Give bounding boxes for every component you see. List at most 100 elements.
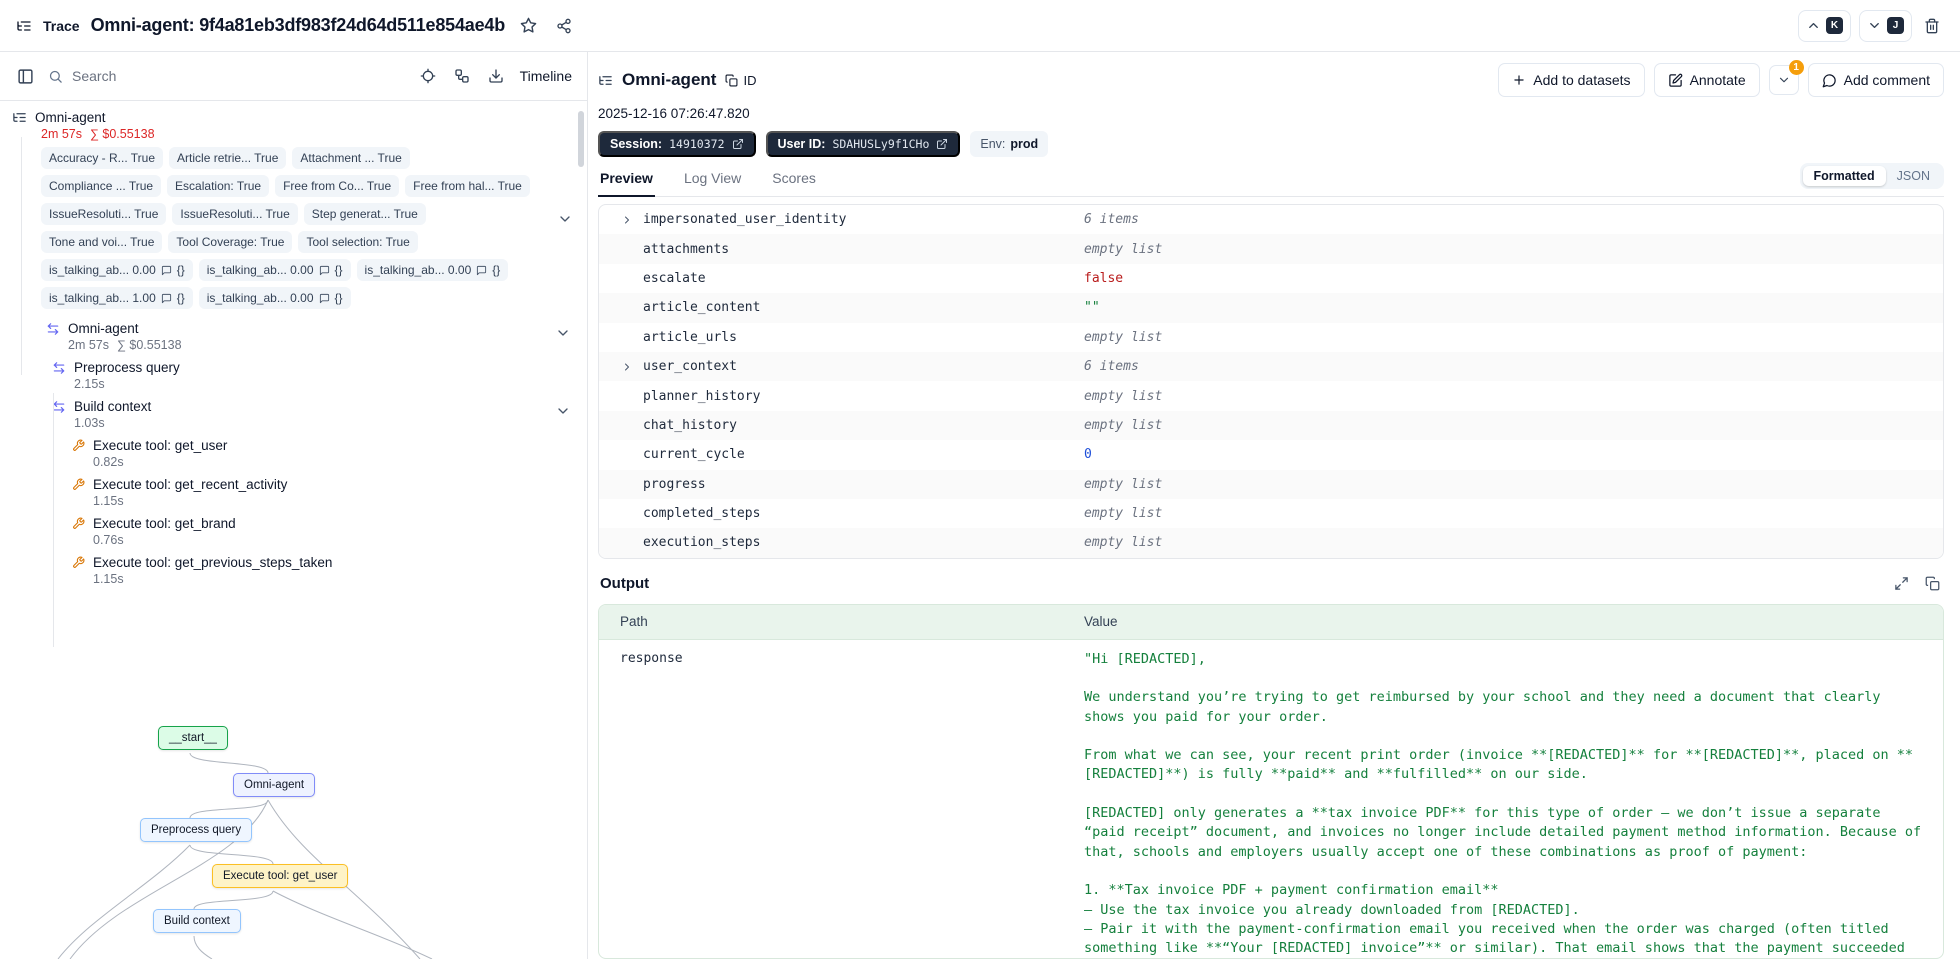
- input-row[interactable]: escalate false: [599, 264, 1943, 293]
- graph-node[interactable]: Omni-agent: [233, 773, 316, 797]
- score-badge[interactable]: Step generat... True: [303, 203, 426, 225]
- copy-output-button[interactable]: [1923, 574, 1942, 593]
- output-section-header: Output: [600, 572, 1942, 596]
- score-badge[interactable]: Free from Co... True: [275, 175, 400, 197]
- graph-node[interactable]: Preprocess query: [140, 818, 253, 842]
- expand-row-chevron[interactable]: [621, 361, 633, 373]
- tree-span-row[interactable]: Build context 1.03s: [52, 395, 587, 434]
- score-badge[interactable]: IssueResoluti... True: [41, 203, 167, 225]
- input-row[interactable]: progress empty list: [599, 469, 1943, 499]
- annotation-count-badge: 1: [1788, 60, 1804, 75]
- tree-span-row[interactable]: Execute tool: get_user 0.82s: [72, 434, 587, 473]
- input-key: chat_history: [643, 417, 737, 433]
- input-value: empty list: [1084, 506, 1163, 522]
- search-icon: [48, 69, 63, 84]
- tree-span-row[interactable]: Preprocess query 2.15s: [52, 356, 587, 395]
- tree-span-row[interactable]: Execute tool: get_recent_activity 1.15s: [72, 473, 587, 512]
- user-id-label: User ID:: [777, 137, 826, 151]
- nav-next-button[interactable]: J: [1859, 9, 1912, 42]
- output-row[interactable]: response "Hi [REDACTED], We understand y…: [599, 640, 1943, 958]
- input-row[interactable]: article_content "": [599, 293, 1943, 323]
- graph-node[interactable]: __start__: [158, 726, 228, 750]
- focus-selected-button[interactable]: [416, 64, 440, 88]
- input-row[interactable]: current_cycle 0: [599, 440, 1943, 469]
- annotate-button[interactable]: Annotate: [1653, 63, 1760, 97]
- expand-row-chevron[interactable]: [621, 214, 633, 226]
- expand-output-button[interactable]: [1892, 574, 1911, 593]
- tree-span-row[interactable]: Execute tool: get_previous_steps_taken 1…: [72, 551, 587, 590]
- tree-root-item[interactable]: Omni-agent: [0, 110, 587, 125]
- input-key: user_context: [643, 359, 737, 375]
- collapse-sidebar-button[interactable]: [13, 64, 38, 89]
- detail-tabs-row: Preview Log View Scores Formatted JSON: [598, 163, 1944, 197]
- output-value: "Hi [REDACTED], We understand you’re try…: [1084, 650, 1922, 957]
- score-badge-suffix: {}: [176, 263, 185, 277]
- input-row[interactable]: chat_history empty list: [599, 410, 1943, 441]
- score-badge[interactable]: Tool Coverage: True: [168, 231, 293, 253]
- download-icon: [488, 68, 504, 84]
- input-row[interactable]: user_context 6 items: [599, 351, 1943, 382]
- format-json[interactable]: JSON: [1886, 166, 1941, 186]
- score-badge[interactable]: is_talking_ab... 0.00 {}: [198, 287, 351, 309]
- tree-span-row[interactable]: Execute tool: get_brand 0.76s: [72, 512, 587, 551]
- score-badge[interactable]: Free from hal... True: [405, 175, 530, 197]
- tab-log-view[interactable]: Log View: [682, 163, 743, 197]
- input-row[interactable]: planner_history empty list: [599, 381, 1943, 410]
- graph-node[interactable]: Build context: [153, 909, 241, 933]
- score-badge[interactable]: IssueResoluti... True: [172, 203, 298, 225]
- score-badge[interactable]: Attachment ... True: [292, 147, 410, 169]
- add-to-datasets-button[interactable]: Add to datasets: [1498, 63, 1645, 97]
- trace-sidebar: Timeline Omni-agent 2m 57s ∑ $0.55138 Ac…: [0, 52, 588, 959]
- collapse-span-chevron[interactable]: [553, 323, 573, 343]
- tree-scrollbar[interactable]: [578, 111, 584, 167]
- graph-node[interactable]: Execute tool: get_user: [212, 864, 349, 888]
- score-badge[interactable]: Tool selection: True: [298, 231, 418, 253]
- score-badge[interactable]: Accuracy - R... True: [41, 147, 164, 169]
- tree-span-row[interactable]: Omni-agent 2m 57s ∑ $0.55138: [46, 317, 587, 356]
- trash-icon: [1924, 18, 1940, 34]
- tab-scores[interactable]: Scores: [770, 163, 818, 197]
- collapse-scores-chevron[interactable]: [557, 211, 573, 227]
- add-comment-button[interactable]: Add comment: [1807, 63, 1944, 97]
- share-button[interactable]: [552, 14, 576, 38]
- input-row[interactable]: execution_steps empty list: [599, 528, 1943, 558]
- nav-previous-button[interactable]: K: [1798, 9, 1851, 42]
- input-value: 6 items: [1084, 212, 1139, 228]
- collapse-span-chevron[interactable]: [553, 401, 573, 421]
- wrench-icon: [72, 556, 85, 569]
- score-badge[interactable]: is_talking_ab... 0.00 {}: [41, 259, 193, 281]
- score-badge[interactable]: Tone and voi... True: [41, 231, 163, 253]
- score-badge[interactable]: is_talking_ab... 0.00 {}: [198, 259, 351, 281]
- input-key: current_cycle: [643, 447, 745, 463]
- user-id-badge[interactable]: User ID: SDAHUSLy9f1CHo: [765, 131, 961, 157]
- delete-trace-button[interactable]: [1920, 14, 1944, 38]
- input-row[interactable]: attachments empty list: [599, 234, 1943, 264]
- span-label: Preprocess query: [74, 360, 180, 375]
- external-link-icon: [732, 138, 744, 150]
- graph-view-button[interactable]: [450, 64, 474, 88]
- input-value: empty list: [1084, 388, 1163, 404]
- star-button[interactable]: [516, 13, 541, 38]
- score-badge[interactable]: is_talking_ab... 0.00 {}: [356, 259, 509, 281]
- chevron-down-icon: [555, 403, 571, 419]
- timeline-toggle[interactable]: Timeline: [518, 64, 574, 88]
- input-row[interactable]: completed_steps empty list: [599, 499, 1943, 528]
- score-badge-text: Article retrie... True: [177, 151, 279, 165]
- format-toggle: Formatted JSON: [1799, 163, 1944, 189]
- copy-id-button[interactable]: ID: [725, 73, 756, 88]
- input-row[interactable]: article_urls empty list: [599, 323, 1943, 352]
- score-badge[interactable]: is_talking_ab... 1.00 {}: [41, 287, 193, 309]
- format-formatted[interactable]: Formatted: [1802, 166, 1886, 186]
- score-badge[interactable]: Escalation: True: [167, 175, 270, 197]
- tab-preview[interactable]: Preview: [598, 163, 655, 197]
- span-duration: 1.15s: [93, 494, 124, 508]
- score-badge[interactable]: Compliance ... True: [41, 175, 162, 197]
- download-trace-button[interactable]: [484, 64, 508, 88]
- score-badge[interactable]: Article retrie... True: [169, 147, 287, 169]
- search-input[interactable]: [72, 68, 406, 84]
- annotate-dropdown-button[interactable]: 1: [1768, 60, 1804, 95]
- input-row[interactable]: impersonated_user_identity 6 items: [599, 205, 1943, 234]
- comment-bubble-icon: [319, 293, 330, 304]
- session-badge[interactable]: Session: 14910372: [598, 131, 756, 157]
- comment-bubble-icon: [161, 265, 172, 276]
